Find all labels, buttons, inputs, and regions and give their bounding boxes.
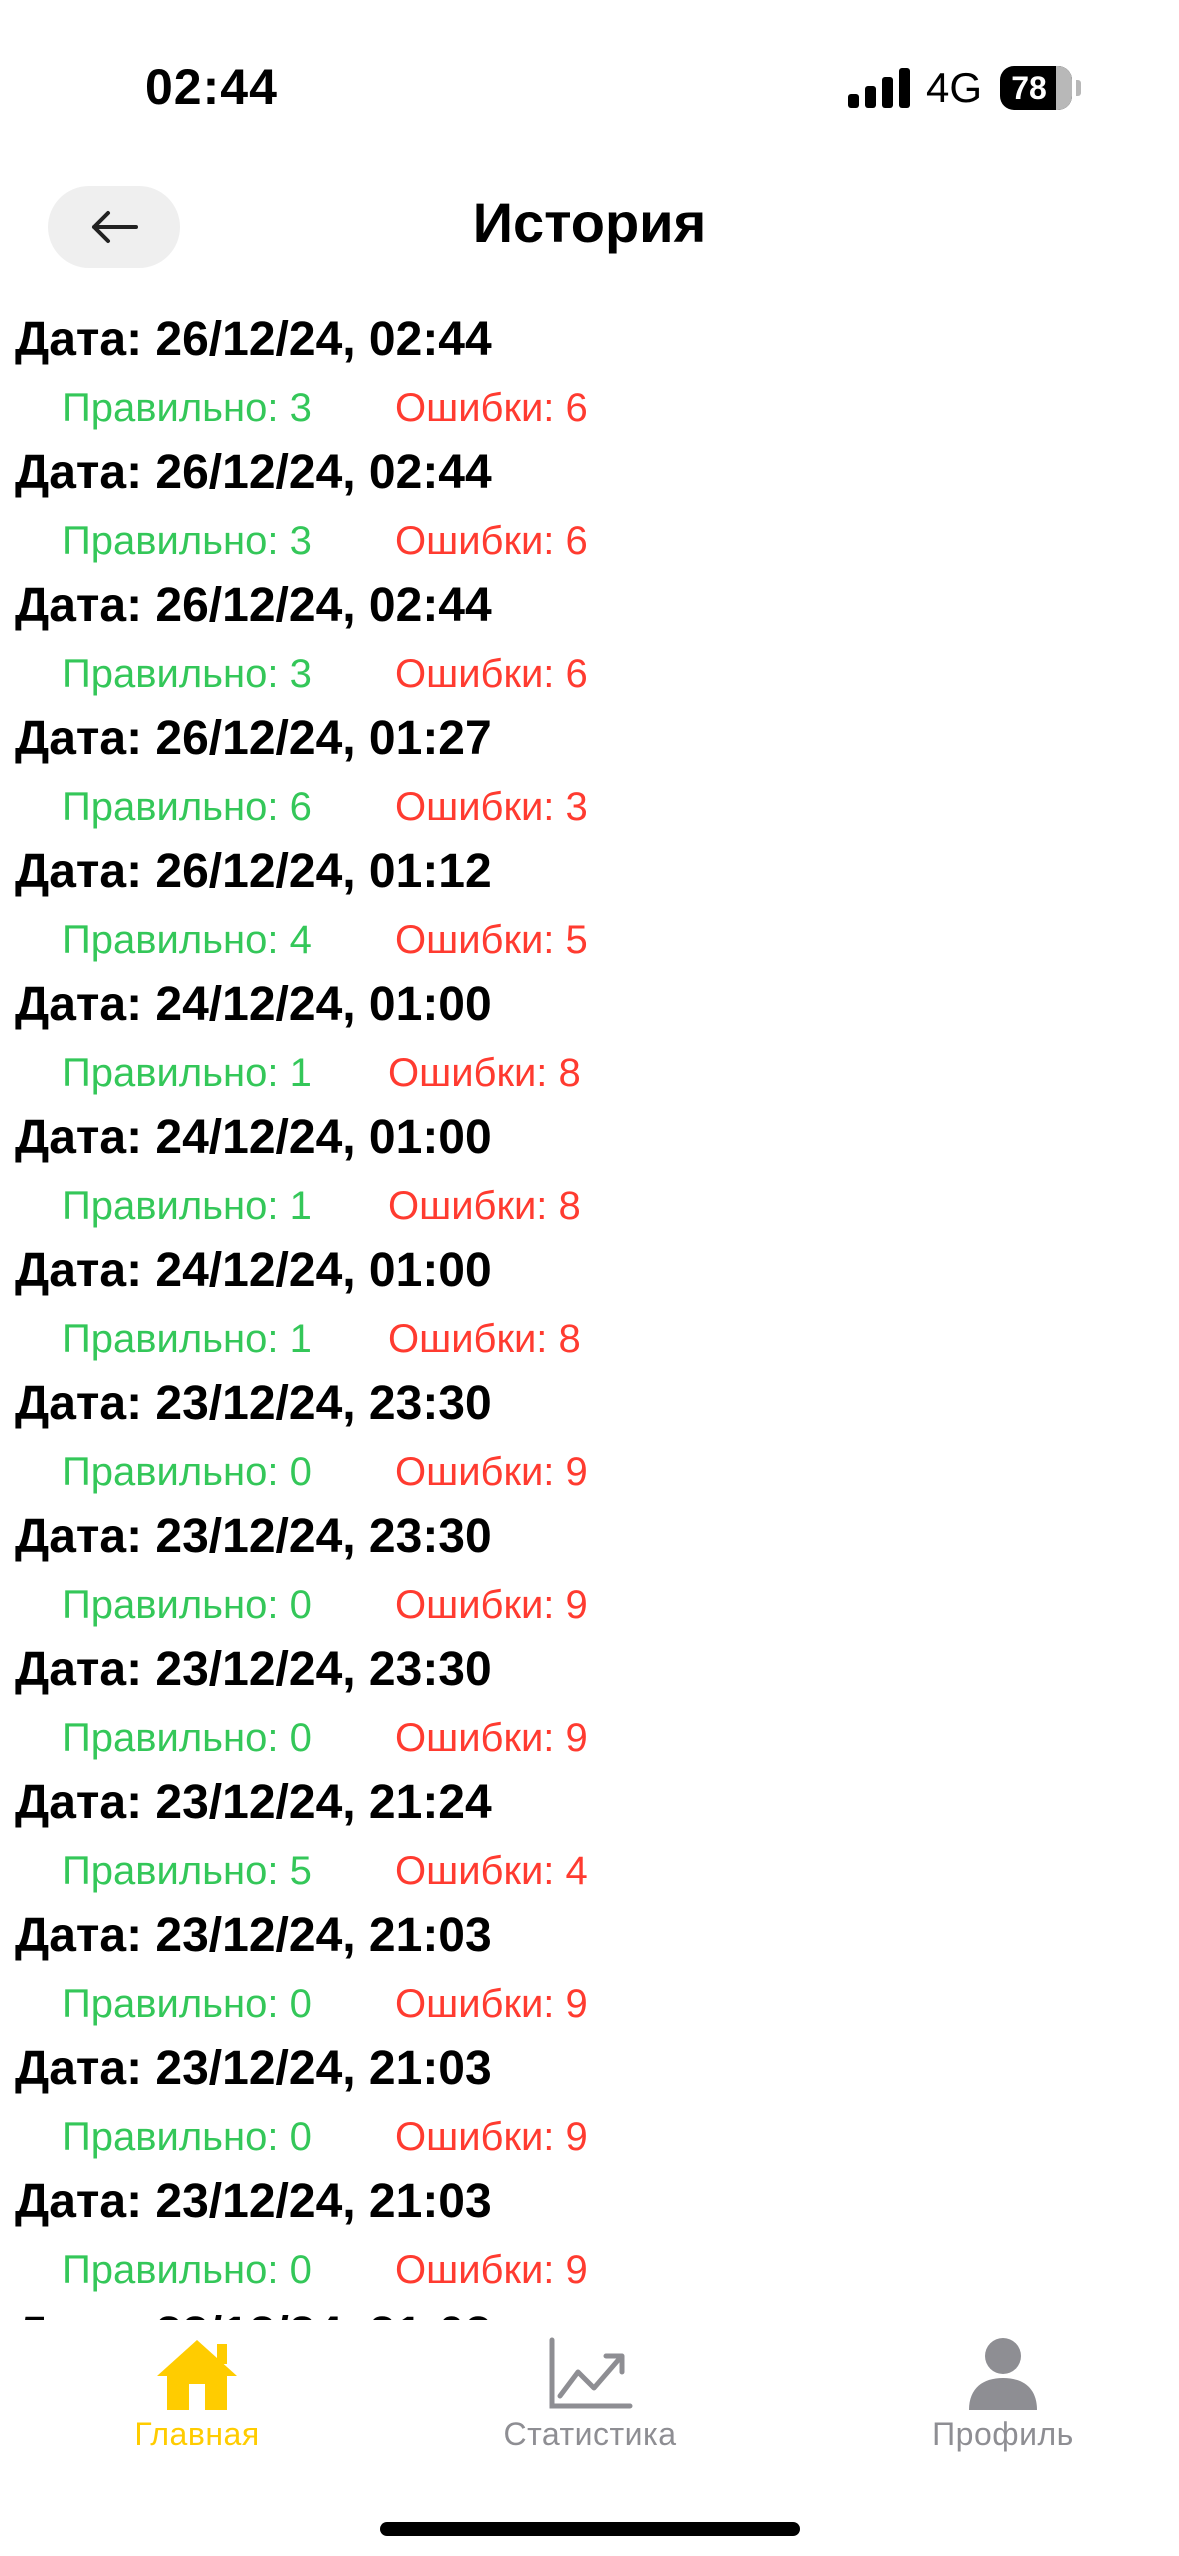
entry-correct: Правильно: 3 [62, 652, 312, 696]
entry-date: Дата: 24/12/24, 01:00 [15, 978, 492, 1031]
entry-errors: Ошибки: 5 [395, 918, 588, 962]
entry-date: Дата: 23/12/24, 23:30 [15, 1377, 492, 1430]
entry-date: Дата: 23/12/24, 23:30 [15, 1643, 492, 1696]
entry-date: Дата: 26/12/24, 01:12 [15, 845, 492, 898]
entry-errors: Ошибки: 6 [395, 652, 588, 696]
page-title: История [472, 191, 707, 254]
profile-icon [969, 2338, 1037, 2410]
entry-correct: Правильно: 1 [62, 1184, 312, 1228]
battery-tip [1076, 80, 1081, 96]
home-indicator[interactable] [380, 2522, 800, 2536]
network-type: 4G [926, 64, 983, 111]
status-time: 02:44 [145, 59, 278, 115]
entry-date: Дата: 26/12/24, 02:44 [15, 446, 492, 499]
entry-correct: Правильно: 3 [62, 519, 312, 563]
entry-correct: Правильно: 0 [62, 1450, 312, 1494]
entry-correct: Правильно: 0 [62, 1583, 312, 1627]
history-entry: Дата: 23/12/24, 23:30 Правильно: 0 Ошибк… [0, 1364, 1179, 1497]
history-entry: Дата: 26/12/24, 01:27 Правильно: 6 Ошибк… [0, 699, 1179, 832]
history-list[interactable]: Дата: 26/12/24, 02:44 Правильно: 3 Ошибк… [0, 300, 1179, 2320]
entry-errors: Ошибки: 9 [395, 1716, 588, 1760]
entry-errors: Ошибки: 8 [388, 1184, 581, 1228]
history-entry: Дата: 26/12/24, 02:44 Правильно: 3 Ошибк… [0, 433, 1179, 566]
history-entry: Дата: 23/12/24, 23:30 Правильно: 0 Ошибк… [0, 1497, 1179, 1630]
history-entry: Дата: 23/12/24, 21:03 [0, 2295, 1179, 2320]
entry-date: Дата: 23/12/24, 21:03 [15, 2175, 492, 2228]
entry-errors: Ошибки: 9 [395, 2115, 588, 2159]
entry-errors: Ошибки: 6 [395, 386, 588, 430]
entry-correct: Правильно: 5 [62, 1849, 312, 1893]
tab-label: Главная [134, 2416, 260, 2452]
entry-correct: Правильно: 1 [62, 1317, 312, 1361]
entry-correct: Правильно: 1 [62, 1051, 312, 1095]
entry-errors: Ошибки: 4 [395, 1849, 588, 1893]
entry-errors: Ошибки: 9 [395, 2248, 588, 2292]
entry-correct: Правильно: 0 [62, 2115, 312, 2159]
history-entry: Дата: 26/12/24, 01:12 Правильно: 4 Ошибк… [0, 832, 1179, 965]
entry-date: Дата: 23/12/24, 21:03 [15, 2307, 492, 2320]
chart-icon [549, 2337, 633, 2409]
tab-home[interactable]: Главная [47, 2336, 347, 2486]
history-entry: Дата: 23/12/24, 21:03 Правильно: 0 Ошибк… [0, 2162, 1179, 2295]
entry-date: Дата: 23/12/24, 21:03 [15, 2042, 492, 2095]
entry-correct: Правильно: 4 [62, 918, 312, 962]
entry-date: Дата: 23/12/24, 21:03 [15, 1909, 492, 1962]
status-bar: 02:44 4G 78 [0, 0, 1179, 150]
history-entry: Дата: 26/12/24, 02:44 Правильно: 3 Ошибк… [0, 566, 1179, 699]
entry-correct: Правильно: 6 [62, 785, 312, 829]
entry-date: Дата: 24/12/24, 01:00 [15, 1111, 492, 1164]
history-entry: Дата: 26/12/24, 02:44 Правильно: 3 Ошибк… [0, 300, 1179, 433]
entry-correct: Правильно: 0 [62, 1982, 312, 2026]
battery-icon: 78 [1000, 66, 1072, 110]
cellular-signal-icon [848, 68, 910, 108]
entry-errors: Ошибки: 3 [395, 785, 588, 829]
entry-errors: Ошибки: 8 [388, 1317, 581, 1361]
tab-bar: Главная Статистика Профиль [0, 2320, 1179, 2556]
home-icon [157, 2340, 237, 2410]
entry-errors: Ошибки: 9 [395, 1583, 588, 1627]
entry-date: Дата: 26/12/24, 01:27 [15, 712, 492, 765]
entry-date: Дата: 23/12/24, 23:30 [15, 1510, 492, 1563]
entry-date: Дата: 24/12/24, 01:00 [15, 1244, 492, 1297]
history-entry: Дата: 23/12/24, 21:03 Правильно: 0 Ошибк… [0, 1896, 1179, 2029]
tab-statistics[interactable]: Статистика [440, 2336, 740, 2486]
tab-label: Профиль [932, 2416, 1074, 2452]
history-entry: Дата: 23/12/24, 23:30 Правильно: 0 Ошибк… [0, 1630, 1179, 1763]
history-entry: Дата: 24/12/24, 01:00 Правильно: 1 Ошибк… [0, 965, 1179, 1098]
entry-errors: Ошибки: 9 [395, 1450, 588, 1494]
entry-date: Дата: 26/12/24, 02:44 [15, 579, 492, 632]
entry-correct: Правильно: 3 [62, 386, 312, 430]
tab-profile[interactable]: Профиль [853, 2336, 1153, 2486]
entry-date: Дата: 23/12/24, 21:24 [15, 1776, 492, 1829]
entry-errors: Ошибки: 6 [395, 519, 588, 563]
entry-correct: Правильно: 0 [62, 1716, 312, 1760]
history-entry: Дата: 24/12/24, 01:00 Правильно: 1 Ошибк… [0, 1098, 1179, 1231]
entry-errors: Ошибки: 9 [395, 1982, 588, 2026]
tab-label: Статистика [503, 2416, 677, 2452]
battery-level: 78 [1011, 70, 1047, 106]
entry-correct: Правильно: 0 [62, 2248, 312, 2292]
history-entry: Дата: 24/12/24, 01:00 Правильно: 1 Ошибк… [0, 1231, 1179, 1364]
history-entry: Дата: 23/12/24, 21:24 Правильно: 5 Ошибк… [0, 1763, 1179, 1896]
entry-errors: Ошибки: 8 [388, 1051, 581, 1095]
history-entry: Дата: 23/12/24, 21:03 Правильно: 0 Ошибк… [0, 2029, 1179, 2162]
entry-date: Дата: 26/12/24, 02:44 [15, 313, 492, 366]
